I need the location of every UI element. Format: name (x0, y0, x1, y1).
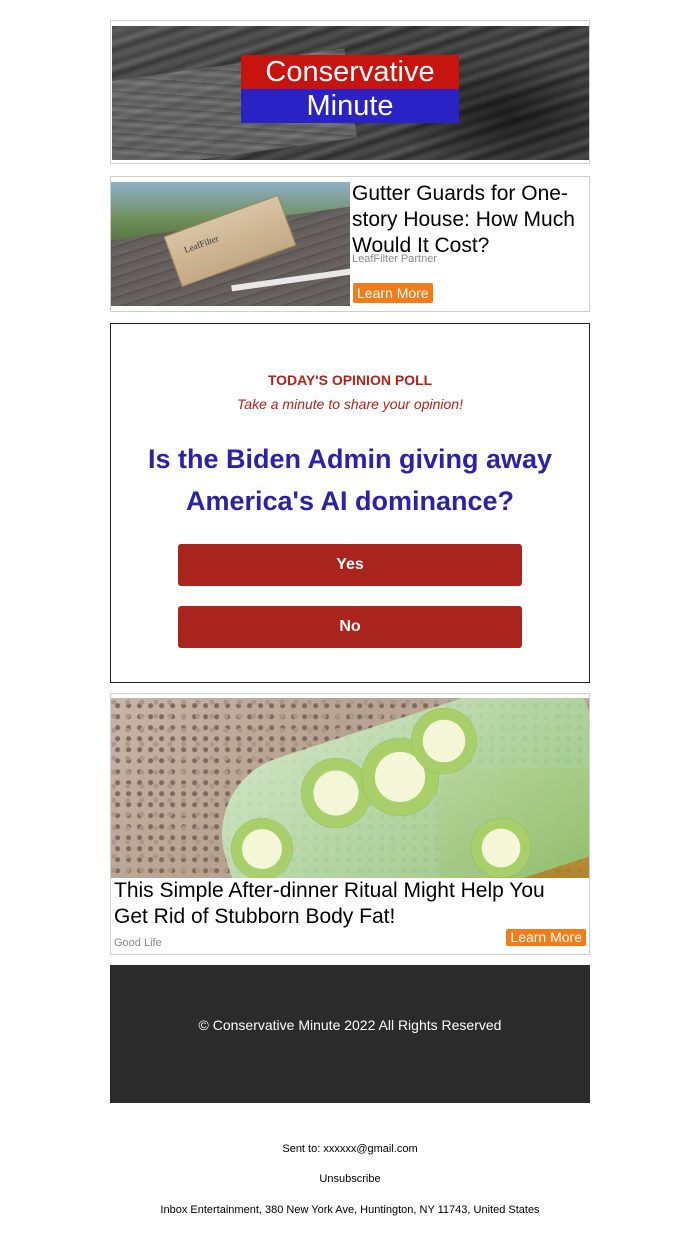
cucumber-slice (411, 708, 477, 774)
sent-to-text: Sent to: xxxxxx@gmail.com (282, 1143, 418, 1155)
ad-source: Good Life (114, 937, 162, 949)
ad-image-cucumber-water[interactable] (111, 698, 589, 878)
poll-no-button[interactable]: No (178, 606, 522, 648)
sponsored-ad-ritual[interactable]: This Simple After-dinner Ritual Might He… (110, 693, 590, 955)
poll-kicker: TODAY'S OPINION POLL (267, 372, 433, 388)
brand-logo[interactable]: Conservative Minute (241, 55, 459, 123)
ad-image-roof[interactable]: LeafFilter (111, 182, 350, 306)
copyright-text: © Conservative Minute 2022 All Rights Re… (198, 1017, 502, 1033)
logo-line-1: Conservative (241, 55, 459, 89)
cucumber-slice (301, 758, 371, 828)
learn-more-button[interactable]: Learn More (506, 929, 586, 946)
cucumber-slice (471, 818, 531, 878)
opinion-poll: TODAY'S OPINION POLL Take a minute to sh… (110, 323, 590, 683)
learn-more-button[interactable]: Learn More (353, 283, 433, 303)
box-label: LeafFilter (182, 233, 220, 255)
poll-question: Is the Biden Admin giving away America's… (147, 444, 553, 516)
footer: © Conservative Minute 2022 All Rights Re… (110, 965, 590, 1103)
logo-line-2: Minute (241, 89, 459, 123)
ad-title[interactable]: This Simple After-dinner Ritual Might He… (114, 878, 584, 930)
poll-subtitle: Take a minute to share your opinion! (237, 396, 463, 412)
cucumber-slice (231, 818, 293, 878)
poll-yes-button[interactable]: Yes (178, 544, 522, 586)
header-banner[interactable]: Conservative Minute (110, 20, 590, 164)
sponsored-ad-gutter[interactable]: LeafFilter Gutter Guards for One-story H… (110, 176, 590, 312)
ad-title[interactable]: Gutter Guards for One-story House: How M… (352, 181, 590, 259)
postal-address: Inbox Entertainment, 380 New York Ave, H… (160, 1204, 540, 1216)
ad-source: LeafFilter Partner (352, 253, 437, 265)
unsubscribe-link[interactable]: Unsubscribe (0, 1173, 700, 1185)
